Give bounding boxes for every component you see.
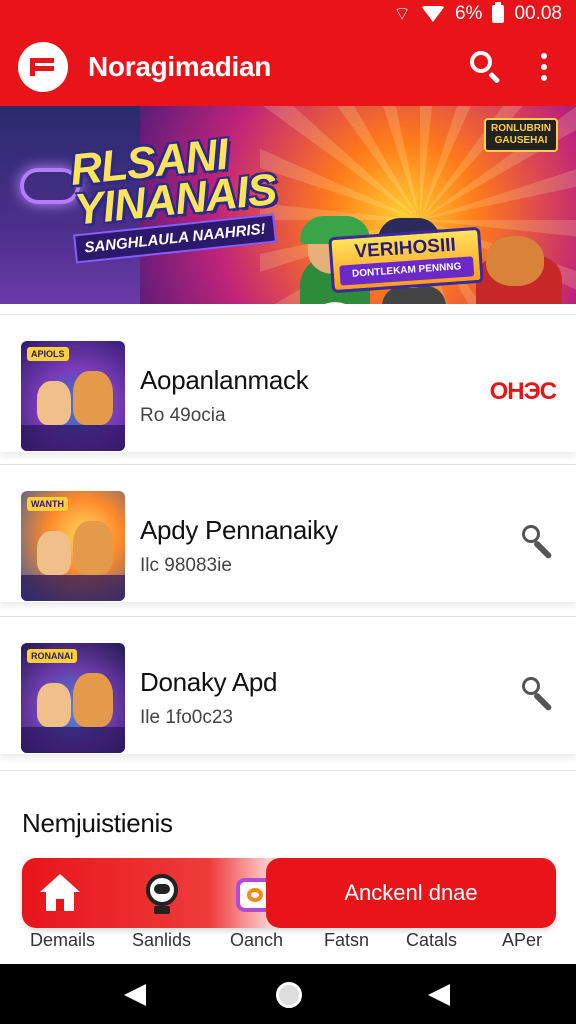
- list-item-subtitle: Ilc 98083ie: [140, 555, 232, 576]
- thumbnail-label: WANTH: [27, 497, 68, 511]
- nav-label-demails[interactable]: Demails: [30, 930, 95, 951]
- search-icon: [470, 51, 492, 73]
- list-item-subtitle: Ile 1fo0c23: [140, 707, 233, 728]
- list-item-subtitle: Ro 49ocia: [140, 405, 226, 426]
- app-logo-icon[interactable]: [18, 42, 68, 92]
- promo-banner[interactable]: RLSANI YINANAIS SANGHLAULA NAAHRIS! VERI…: [0, 106, 576, 304]
- section-title: Nemjuistienis: [22, 808, 173, 838]
- list-item-action-button[interactable]: [522, 525, 556, 560]
- list-item-thumbnail: RONANAI: [21, 643, 125, 753]
- clock: 00.08: [514, 3, 562, 24]
- system-home-icon[interactable]: [276, 982, 302, 1008]
- list-item[interactable]: RONANAI Donaky Apd Ile 1fo0c23: [0, 616, 576, 754]
- more-vert-icon: [541, 53, 547, 59]
- battery-percent: 6%: [454, 3, 483, 24]
- list-item-thumbnail: APIOLS: [21, 341, 125, 451]
- banner-badge: VERIHOSIII DONTLEKAM PENNNG: [328, 226, 484, 294]
- signal-icon: ⌔: [393, 4, 411, 25]
- list-item-thumbnail: WANTH: [21, 491, 125, 601]
- section-divider: [0, 770, 576, 771]
- recents-icon[interactable]: [428, 984, 450, 1006]
- nav-label-oanch[interactable]: Oanch: [230, 930, 283, 951]
- system-nav-bar: [0, 964, 576, 1024]
- back-icon[interactable]: [124, 984, 146, 1006]
- search-button[interactable]: [466, 47, 506, 87]
- banner-character-head: [486, 236, 544, 286]
- list-item-action-button[interactable]: ОНЭС: [489, 377, 557, 407]
- thumbnail-label: RONANAI: [27, 649, 77, 663]
- primary-action-button[interactable]: Anckenl dnae: [266, 858, 556, 928]
- list-item-title: Aopanlanmack: [140, 365, 309, 395]
- person-icon[interactable]: [140, 872, 184, 916]
- list-item[interactable]: APIOLS Aopanlanmack Ro 49ocia ОНЭС: [0, 314, 576, 452]
- wifi-icon: [420, 6, 445, 22]
- battery-icon: [492, 2, 505, 23]
- app-title: Noragimadian: [88, 51, 272, 82]
- thumbnail-label: APIOLS: [27, 347, 69, 361]
- banner-corner-label: RONLUBRIN GAUSEHAI: [484, 118, 558, 152]
- list-item-title: Apdy Pennanaiky: [140, 515, 338, 545]
- nav-label-aper[interactable]: APer: [502, 930, 542, 951]
- list-item-title: Donaky Apd: [140, 667, 278, 697]
- nav-label-fatsn[interactable]: Fatsn: [324, 930, 369, 951]
- wrench-icon: [522, 525, 556, 560]
- home-icon[interactable]: [38, 872, 82, 916]
- app-bar: Noragimadian: [0, 28, 576, 106]
- list-item[interactable]: WANTH Apdy Pennanaiky Ilc 98083ie: [0, 464, 576, 602]
- list-item-action-label: ОНЭС: [489, 378, 557, 405]
- bottom-nav-labels: Demails Sanlids Oanch Fatsn Catals APer: [0, 930, 576, 956]
- list-item-action-button[interactable]: [522, 677, 556, 712]
- app-screen: ⌔ 6% 00.08 Noragimadian RLSANI YINANAIS …: [0, 0, 576, 1024]
- more-options-button[interactable]: [534, 47, 554, 87]
- nav-label-catals[interactable]: Catals: [406, 930, 457, 951]
- status-bar: ⌔ 6% 00.08: [0, 0, 576, 28]
- nav-label-sanlids[interactable]: Sanlids: [132, 930, 191, 951]
- wrench-icon: [522, 677, 556, 712]
